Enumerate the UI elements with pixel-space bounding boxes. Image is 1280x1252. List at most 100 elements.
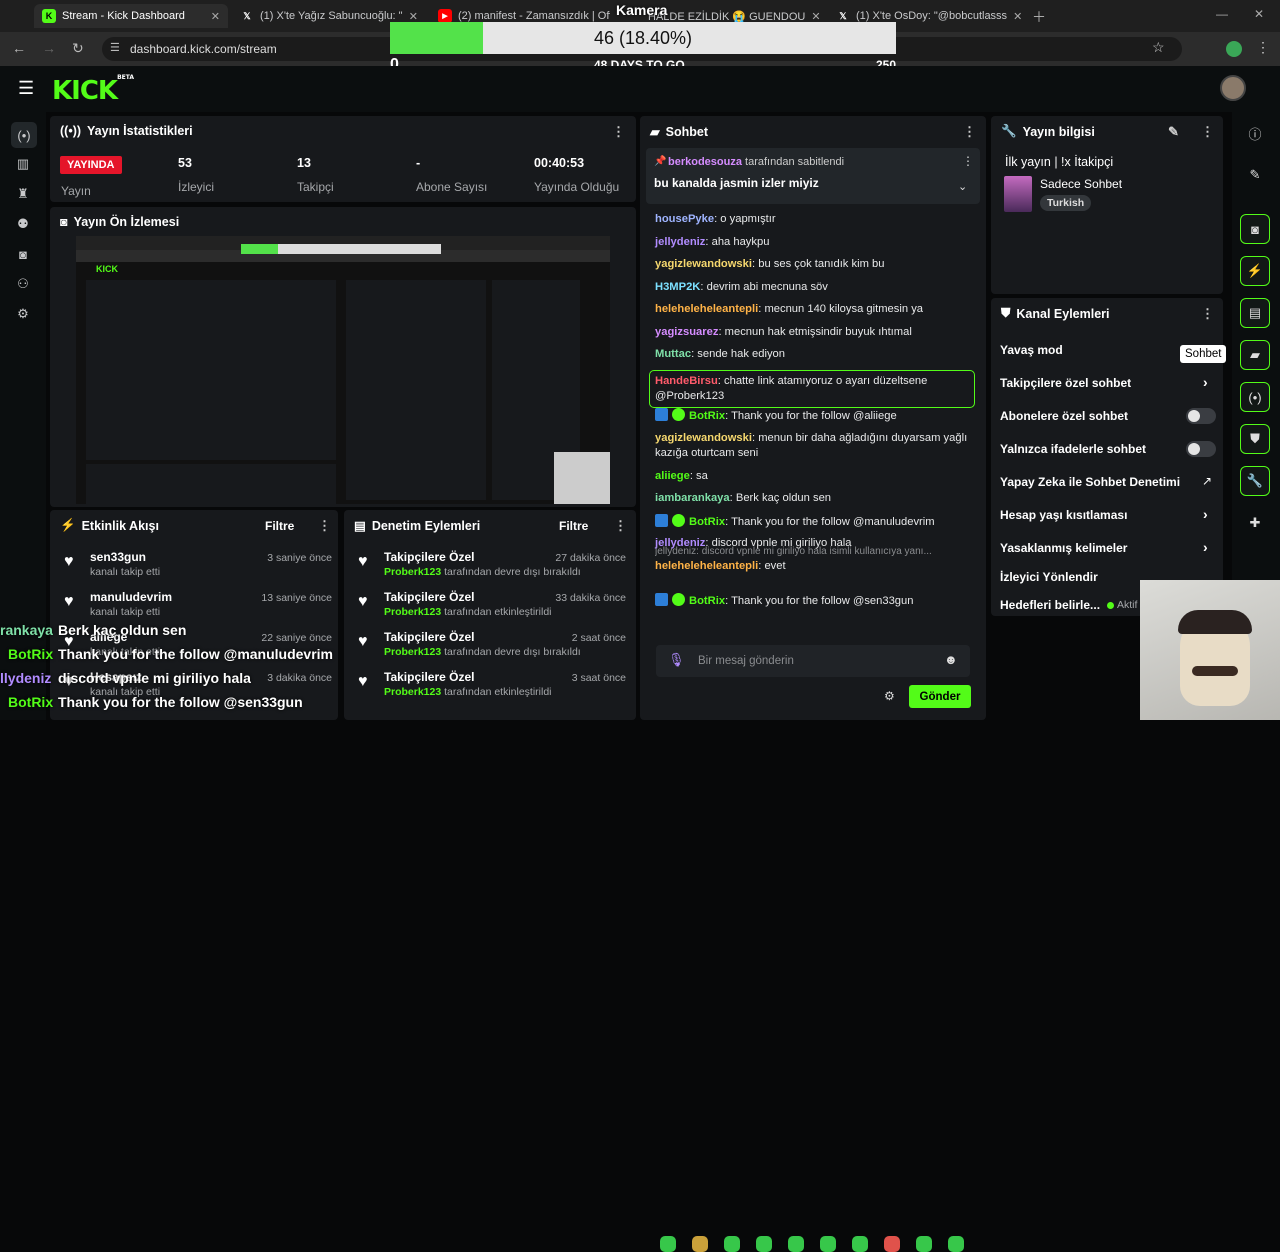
chat-message[interactable]: BotRix: Thank you for the follow @sen33g… [655, 593, 973, 609]
preview-widget-icon[interactable]: ◙ [1240, 214, 1270, 244]
banned-words-item[interactable]: Yasaklanmış kelimeler [1000, 541, 1127, 555]
chat-message[interactable]: housePyke: o yapmıştır [655, 212, 973, 227]
followers-only-item[interactable]: Takipçilere özel sohbet [1000, 376, 1131, 390]
hamburger-menu-icon[interactable]: ☰ [18, 78, 34, 99]
forward-arrow-icon[interactable]: → [42, 40, 56, 56]
subscribers-only-toggle[interactable] [1186, 408, 1216, 424]
reload-icon[interactable]: ↻ [72, 40, 84, 57]
chat-message[interactable]: aliiege: sa [655, 469, 973, 484]
chat-username[interactable]: iambarankaya [655, 492, 730, 504]
stream-broadcast-icon[interactable]: (•) [11, 122, 37, 148]
edit-pencil-icon[interactable]: ✎ [1168, 124, 1179, 140]
stats-menu-icon[interactable]: ⋮ [612, 124, 625, 140]
moderation-icon[interactable]: ◙ [13, 244, 33, 264]
emote-icon[interactable] [820, 1236, 836, 1252]
chat-username[interactable]: jellydeniz [655, 236, 705, 248]
account-age-item[interactable]: Hesap yaşı kısıtlaması [1000, 508, 1127, 522]
chevron-down-icon[interactable]: ⌄ [958, 180, 967, 193]
chevron-right-icon[interactable]: › [1203, 374, 1208, 390]
settings-gear-icon[interactable]: ⚙ [13, 304, 33, 324]
close-tab-icon[interactable]: ✕ [403, 10, 418, 23]
minimize-window-icon[interactable]: — [1216, 7, 1228, 21]
analytics-icon[interactable]: ▥ [13, 154, 33, 174]
chat-settings-gear-icon[interactable]: ⚙ [884, 689, 895, 703]
chat-username[interactable]: yagizlewandowski [655, 432, 752, 444]
emote-icon[interactable] [692, 1236, 708, 1252]
chat-username[interactable]: yagizlewandowski [655, 258, 752, 270]
chat-input[interactable]: 🎙 Bir mesaj gönderin ☻ [656, 645, 970, 677]
chat-username[interactable]: yagizsuarez [655, 326, 718, 338]
microphone-icon[interactable]: 🎙 [668, 652, 685, 668]
emote-icon[interactable] [916, 1236, 932, 1252]
external-link-icon[interactable]: ↗ [1202, 474, 1212, 488]
back-arrow-icon[interactable]: ← [12, 40, 26, 56]
community-icon[interactable]: ⚇ [13, 274, 33, 294]
chat-username[interactable]: housePyke [655, 213, 714, 225]
emote-icon[interactable] [852, 1236, 868, 1252]
chat-message[interactable]: yagizsuarez: mecnun hak etmişsindir buyu… [655, 325, 973, 340]
site-info-icon[interactable]: ☰ [110, 41, 120, 54]
close-tab-icon[interactable]: ✕ [205, 10, 220, 23]
emote-icon[interactable] [948, 1236, 964, 1252]
chat-message[interactable]: Muttac: sende hak ediyon [655, 347, 973, 362]
edit-pencil-icon[interactable]: ✎ [1240, 160, 1270, 190]
chat-message[interactable]: BotRix: Thank you for the follow @aliieg… [655, 408, 973, 424]
chat-username[interactable]: aliiege [655, 470, 690, 482]
emote-icon[interactable] [756, 1236, 772, 1252]
chat-username[interactable]: BotRix [689, 516, 725, 528]
chat-message[interactable]: BotRix: Thank you for the follow @manulu… [655, 514, 973, 530]
bookmark-star-icon[interactable]: ☆ [1152, 39, 1165, 56]
events-menu-icon[interactable]: ⋮ [318, 518, 331, 534]
events-filter-button[interactable]: Filtre [265, 519, 294, 533]
emote-icon[interactable] [788, 1236, 804, 1252]
kick-logo[interactable]: KICKBETA [52, 74, 134, 106]
raid-item[interactable]: İzleyici Yönlendir [1000, 570, 1098, 584]
emote-icon[interactable] [884, 1236, 900, 1252]
chevron-right-icon[interactable]: › [1203, 506, 1208, 522]
chat-message[interactable]: yagizlewandowski: bu ses çok tanıdık kim… [655, 257, 973, 272]
chat-message-highlighted[interactable]: HandeBirsu: chatte link atamıyoruz o aya… [649, 370, 975, 408]
trophy-icon[interactable]: ♜ [13, 184, 33, 204]
chat-username[interactable]: Muttac [655, 348, 691, 360]
chat-username[interactable]: heleheleheleantepli [655, 303, 758, 315]
send-button[interactable]: Gönder [909, 685, 971, 708]
chat-message[interactable]: heleheleheleantepli: mecnun 140 kiloysa … [655, 302, 973, 317]
moderation-filter-button[interactable]: Filtre [559, 519, 588, 533]
chat-username[interactable]: BotRix [689, 410, 725, 422]
close-tab-icon[interactable]: ✕ [1007, 10, 1022, 23]
stream-info-menu-icon[interactable]: ⋮ [1201, 124, 1214, 140]
moderation-widget-icon[interactable]: ▤ [1240, 298, 1270, 328]
slow-mode-item[interactable]: Yavaş mod [1000, 343, 1063, 357]
close-tab-icon[interactable]: ✕ [805, 10, 820, 23]
chat-message[interactable]: H3MP2K: devrim abi mecnuna söv [655, 280, 973, 295]
chat-message[interactable]: iambarankaya: Berk kaç oldun sen [655, 491, 973, 506]
users-icon[interactable]: ⚉ [13, 214, 33, 234]
chat-menu-icon[interactable]: ⋮ [963, 124, 976, 140]
chat-username[interactable]: H3MP2K [655, 281, 700, 293]
goals-item[interactable]: Hedefleri belirle... [1000, 598, 1100, 612]
info-icon[interactable]: ⓘ [1240, 118, 1270, 148]
emoji-picker-icon[interactable]: ☻ [944, 652, 958, 667]
user-avatar[interactable] [1220, 75, 1246, 101]
emote-only-toggle[interactable] [1186, 441, 1216, 457]
chat-message[interactable]: yagizlewandowski: menun bir daha ağladığ… [655, 431, 973, 461]
wrench-widget-icon[interactable]: 🔧 [1240, 466, 1270, 496]
close-window-icon[interactable]: ✕ [1254, 7, 1264, 21]
chevron-right-icon[interactable]: › [1203, 539, 1208, 555]
tab-kick-dashboard[interactable]: K Stream - Kick Dashboard ✕ [34, 4, 228, 28]
ai-moderation-item[interactable]: Yapay Zeka ile Sohbet Denetimi [1000, 475, 1180, 489]
new-tab-button[interactable]: ＋ [1032, 7, 1046, 27]
stream-preview-video[interactable]: KICK [76, 236, 610, 504]
chat-username[interactable]: BotRix [689, 595, 725, 607]
category-name[interactable]: Sadece Sohbet [1040, 177, 1122, 191]
chat-message[interactable]: jellydeniz: aha haykpu [655, 235, 973, 250]
subscribers-only-item[interactable]: Abonelere özel sohbet [1000, 409, 1128, 423]
broadcast-widget-icon[interactable]: (•) [1240, 382, 1270, 412]
chat-widget-icon[interactable]: ▰ [1240, 340, 1270, 370]
channel-actions-widget-icon[interactable]: ⛊ [1240, 424, 1270, 454]
add-widget-icon[interactable]: ✚ [1240, 508, 1270, 538]
channel-actions-menu-icon[interactable]: ⋮ [1201, 306, 1214, 322]
pinned-menu-icon[interactable]: ⋮ [962, 154, 974, 168]
pinned-message[interactable]: 📌 berkodesouza tarafından sabitlendi bu … [646, 148, 980, 204]
chat-message[interactable]: jellydeniz: discord vpnle mi giriliyo ha… [655, 544, 973, 574]
